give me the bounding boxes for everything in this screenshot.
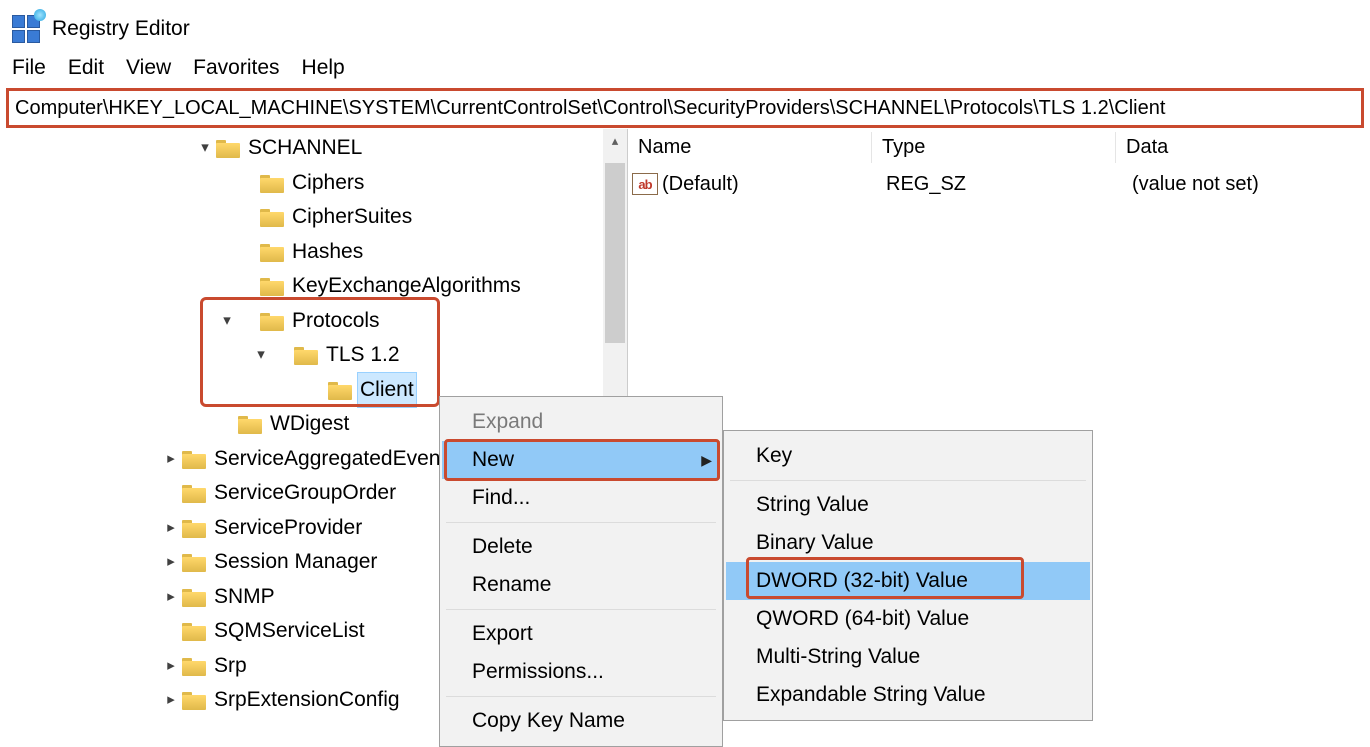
context-menu: Expand New ▶ Find... Delete Rename Expor… <box>439 396 723 747</box>
folder-icon <box>260 207 284 227</box>
menu-edit[interactable]: Edit <box>66 54 106 82</box>
sub-multistring[interactable]: Multi-String Value <box>726 638 1090 676</box>
address-bar[interactable]: Computer\HKEY_LOCAL_MACHINE\SYSTEM\Curre… <box>6 88 1364 128</box>
chevron-right-icon[interactable]: ▸ <box>160 580 182 615</box>
value-data: (value not set) <box>1120 173 1370 196</box>
menu-favorites[interactable]: Favorites <box>191 54 281 82</box>
chevron-down-icon[interactable]: ▾ <box>216 304 238 339</box>
folder-icon <box>182 621 206 641</box>
menu-divider <box>446 609 716 610</box>
tree-node-ciphers[interactable]: · Ciphers <box>4 166 603 201</box>
window-title: Registry Editor <box>52 17 190 41</box>
ctx-rename[interactable]: Rename <box>442 566 720 604</box>
folder-icon <box>182 587 206 607</box>
ctx-export[interactable]: Export <box>442 615 720 653</box>
scroll-thumb[interactable] <box>605 163 625 343</box>
chevron-right-icon: ▶ <box>701 452 712 469</box>
folder-icon <box>260 242 284 262</box>
title-bar: Registry Editor <box>0 0 1370 54</box>
sub-dword[interactable]: DWORD (32-bit) Value <box>726 562 1090 600</box>
folder-icon <box>182 690 206 710</box>
chevron-right-icon[interactable]: ▸ <box>160 718 182 725</box>
folder-icon <box>294 345 318 365</box>
sub-binary[interactable]: Binary Value <box>726 524 1090 562</box>
sub-key[interactable]: Key <box>726 437 1090 475</box>
folder-icon <box>260 173 284 193</box>
ctx-copy-key-name[interactable]: Copy Key Name <box>442 702 720 740</box>
menu-divider <box>446 522 716 523</box>
folder-icon <box>182 518 206 538</box>
tree-node-hashes[interactable]: · Hashes <box>4 235 603 270</box>
chevron-right-icon[interactable]: ▸ <box>160 545 182 580</box>
scroll-up-icon[interactable]: ▴ <box>603 129 627 153</box>
menu-view[interactable]: View <box>124 54 173 82</box>
menu-divider <box>446 696 716 697</box>
col-header-data[interactable]: Data <box>1116 132 1370 163</box>
folder-icon <box>260 276 284 296</box>
tree-node-kex[interactable]: · KeyExchangeAlgorithms <box>4 269 603 304</box>
value-row-default[interactable]: ab (Default) REG_SZ (value not set) <box>628 165 1370 203</box>
chevron-right-icon[interactable]: ▸ <box>160 511 182 546</box>
tree-node-tls12[interactable]: ▾ TLS 1.2 <box>4 338 603 373</box>
chevron-right-icon[interactable]: ▸ <box>160 649 182 684</box>
tree-node-ciphersuites[interactable]: · CipherSuites <box>4 200 603 235</box>
chevron-down-icon[interactable]: ▾ <box>250 338 272 373</box>
folder-icon <box>216 138 240 158</box>
values-header: Name Type Data <box>628 129 1370 165</box>
context-submenu-new: Key String Value Binary Value DWORD (32-… <box>723 430 1093 721</box>
value-type: REG_SZ <box>876 173 1120 196</box>
chevron-right-icon[interactable]: ▸ <box>160 442 182 477</box>
folder-icon <box>182 449 206 469</box>
value-name: (Default) <box>662 173 739 196</box>
ctx-expand: Expand <box>442 403 720 441</box>
col-header-type[interactable]: Type <box>872 132 1116 163</box>
col-header-name[interactable]: Name <box>628 132 872 163</box>
menu-bar: File Edit View Favorites Help <box>0 54 1370 88</box>
sub-expandablestring[interactable]: Expandable String Value <box>726 676 1090 714</box>
ctx-permissions[interactable]: Permissions... <box>442 653 720 691</box>
sub-string[interactable]: String Value <box>726 486 1090 524</box>
ctx-delete[interactable]: Delete <box>442 528 720 566</box>
tree-node-protocols[interactable]: ▾ Protocols <box>4 304 603 339</box>
menu-help[interactable]: Help <box>300 54 347 82</box>
string-value-icon: ab <box>632 173 658 195</box>
folder-icon <box>182 656 206 676</box>
chevron-down-icon[interactable]: ▾ <box>194 131 216 166</box>
folder-icon <box>182 552 206 572</box>
sub-qword[interactable]: QWORD (64-bit) Value <box>726 600 1090 638</box>
menu-file[interactable]: File <box>10 54 48 82</box>
folder-icon <box>260 311 284 331</box>
menu-divider <box>730 480 1086 481</box>
tree-node-schannel[interactable]: ▾ SCHANNEL <box>4 131 603 166</box>
folder-icon <box>238 414 262 434</box>
folder-icon <box>328 380 352 400</box>
chevron-right-icon[interactable]: ▸ <box>160 683 182 718</box>
app-icon <box>10 13 42 45</box>
ctx-new[interactable]: New ▶ <box>442 441 720 479</box>
folder-icon <box>182 483 206 503</box>
ctx-find[interactable]: Find... <box>442 479 720 517</box>
address-text: Computer\HKEY_LOCAL_MACHINE\SYSTEM\Curre… <box>15 97 1165 120</box>
